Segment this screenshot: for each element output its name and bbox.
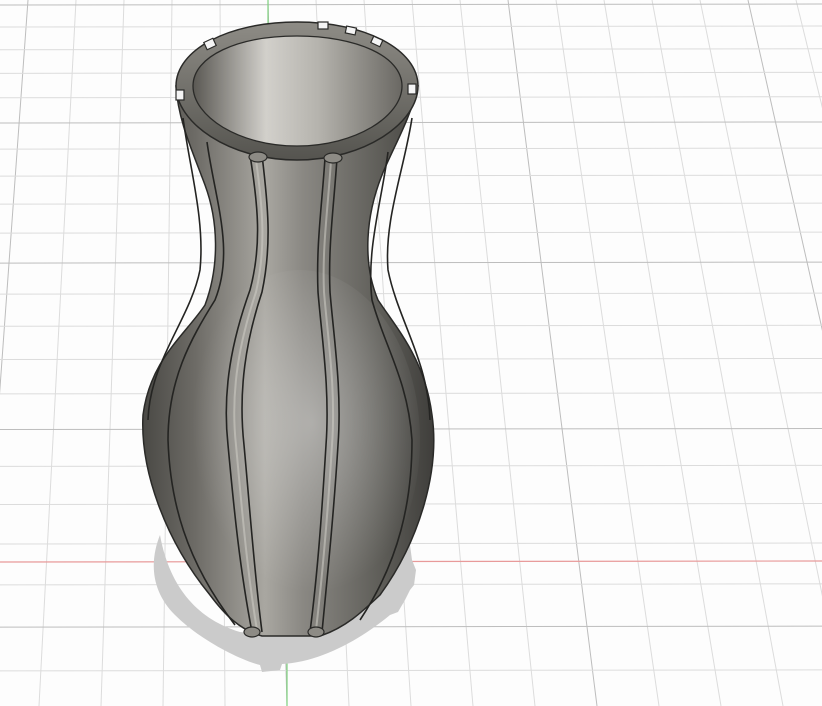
grid-line xyxy=(603,0,722,706)
grid-line xyxy=(699,0,822,597)
grid-line xyxy=(0,261,822,264)
grid-line xyxy=(0,147,822,150)
grid-line xyxy=(0,324,822,327)
grid-line xyxy=(0,0,29,395)
grid-line xyxy=(0,202,822,205)
grid-line xyxy=(0,3,822,6)
grid-line xyxy=(0,625,822,628)
grid-line xyxy=(555,0,660,706)
grid-line xyxy=(100,0,125,706)
grid-line xyxy=(0,48,822,51)
grid-line xyxy=(651,0,784,706)
grid-line xyxy=(0,542,822,545)
grid-line xyxy=(0,231,822,234)
grid-line xyxy=(0,174,822,177)
grid-line xyxy=(0,669,822,672)
grid-line xyxy=(747,0,822,331)
viewport-canvas[interactable] xyxy=(0,0,822,706)
grid-line xyxy=(507,0,598,706)
grid-line xyxy=(795,0,822,109)
grid-line xyxy=(0,292,822,295)
grid-line xyxy=(38,0,77,706)
grid-line xyxy=(411,0,474,706)
vase-highlight xyxy=(180,270,420,610)
grid-line xyxy=(459,0,536,706)
3d-viewport[interactable] xyxy=(0,0,822,706)
